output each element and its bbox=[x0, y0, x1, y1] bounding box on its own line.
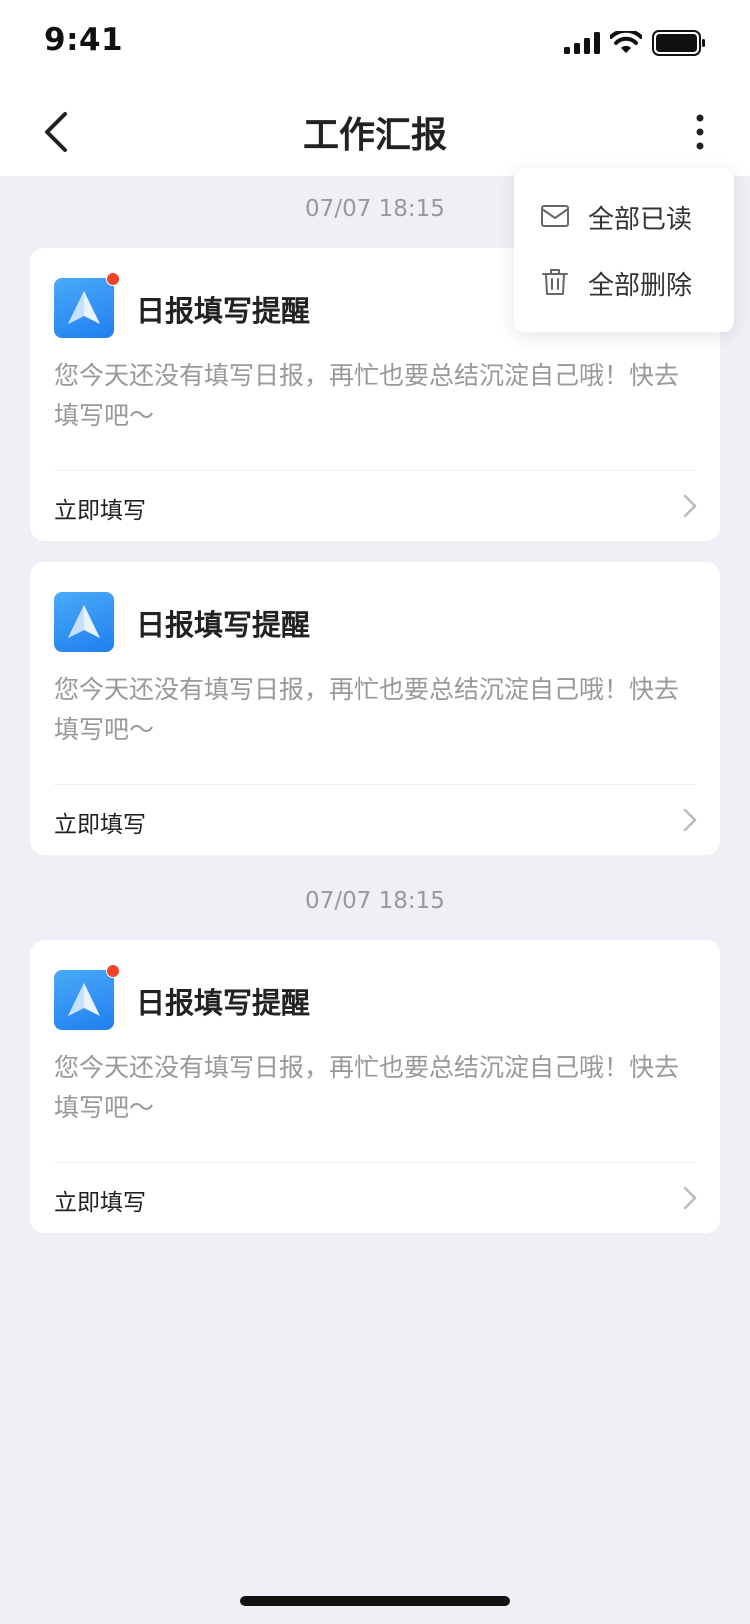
chevron-right-icon bbox=[683, 808, 697, 832]
fill-now-button[interactable]: 立即填写 bbox=[30, 1163, 720, 1233]
time-label: 07/07 18:15 bbox=[305, 888, 445, 914]
nav-bar: 工作汇报 bbox=[0, 88, 750, 176]
fill-now-label: 立即填写 bbox=[54, 812, 146, 838]
card-body: 您今天还没有填写日报，再忙也要总结沉淀自己哦！快去填写吧～ bbox=[54, 675, 680, 744]
status-icons bbox=[564, 30, 706, 56]
fill-now-label: 立即填写 bbox=[54, 1190, 146, 1216]
chevron-right-icon bbox=[683, 494, 697, 518]
mark-all-read-label: 全部已读 bbox=[588, 205, 693, 235]
status-bar: 9:41 bbox=[0, 0, 750, 88]
delete-all-label: 全部删除 bbox=[588, 271, 693, 301]
card-title: 日报填写提醒 bbox=[136, 294, 311, 328]
card-body: 您今天还没有填写日报，再忙也要总结沉淀自己哦！快去填写吧～ bbox=[54, 1053, 680, 1122]
mark-all-read-item[interactable]: 全部已读 bbox=[514, 182, 734, 248]
card-title: 日报填写提醒 bbox=[136, 608, 311, 642]
message-card: 日报填写提醒 您今天还没有填写日报，再忙也要总结沉淀自己哦！快去填写吧～ 立即填… bbox=[30, 562, 720, 855]
status-time: 9:41 bbox=[44, 22, 124, 58]
app-icon bbox=[54, 964, 120, 1030]
more-vertical-icon bbox=[696, 114, 704, 150]
mail-icon bbox=[541, 205, 569, 227]
more-menu: 全部已读 全部删除 bbox=[514, 168, 734, 332]
home-indicator bbox=[240, 1596, 510, 1606]
message-card: 日报填写提醒 您今天还没有填写日报，再忙也要总结沉淀自己哦！快去填写吧～ 立即填… bbox=[30, 940, 720, 1233]
more-button[interactable] bbox=[678, 106, 722, 158]
wifi-icon bbox=[610, 31, 642, 53]
cellular-signal-icon bbox=[564, 32, 600, 54]
unread-dot bbox=[106, 272, 120, 286]
app-icon bbox=[54, 272, 120, 338]
page-title: 工作汇报 bbox=[302, 115, 447, 156]
fill-now-button[interactable]: 立即填写 bbox=[30, 471, 720, 541]
chevron-right-icon bbox=[683, 1186, 697, 1210]
header: 9:41 工作汇报 bbox=[0, 0, 750, 176]
delete-all-item[interactable]: 全部删除 bbox=[514, 248, 734, 314]
trash-icon bbox=[542, 269, 568, 295]
fill-now-button[interactable]: 立即填写 bbox=[30, 785, 720, 855]
paper-plane-icon bbox=[68, 291, 100, 324]
unread-dot bbox=[106, 964, 120, 978]
fill-now-label: 立即填写 bbox=[54, 498, 146, 524]
card-body: 您今天还没有填写日报，再忙也要总结沉淀自己哦！快去填写吧～ bbox=[54, 361, 680, 430]
app-icon bbox=[54, 592, 114, 652]
battery-icon bbox=[652, 30, 705, 56]
paper-plane-icon bbox=[68, 605, 100, 638]
paper-plane-icon bbox=[68, 983, 100, 1016]
card-title: 日报填写提醒 bbox=[136, 986, 311, 1020]
